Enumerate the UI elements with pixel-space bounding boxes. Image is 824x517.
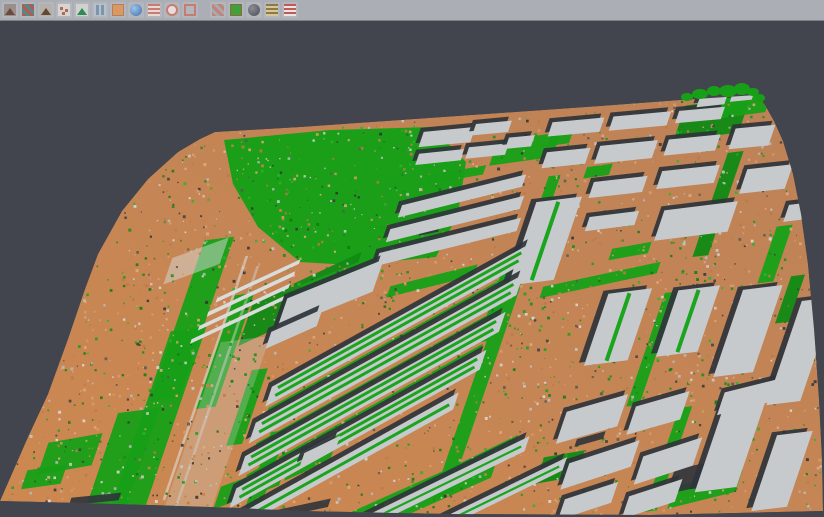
main-toolbar <box>0 0 824 21</box>
grid-icon-glyph <box>212 4 224 16</box>
profile-icon-glyph <box>94 4 106 16</box>
flag-icon-glyph <box>284 4 296 16</box>
viewport-container <box>0 21 824 517</box>
measure-icon[interactable] <box>264 2 280 18</box>
target-icon[interactable] <box>164 2 180 18</box>
orthophoto-icon-glyph <box>112 4 124 16</box>
point-cloud-icon[interactable] <box>56 2 72 18</box>
select-region-icon[interactable] <box>182 2 198 18</box>
dataset-icon-glyph <box>4 4 16 16</box>
terrain-icon[interactable] <box>74 2 90 18</box>
flag-icon[interactable] <box>282 2 298 18</box>
measure-icon-glyph <box>266 4 278 16</box>
application-window <box>0 0 824 517</box>
profile-icon[interactable] <box>92 2 108 18</box>
classified-cloud-icon[interactable] <box>228 2 244 18</box>
tools-icon[interactable] <box>246 2 262 18</box>
classify-icon[interactable] <box>20 2 36 18</box>
tin-surface-icon-glyph <box>40 4 52 16</box>
select-region-icon-glyph <box>184 4 196 16</box>
terrain-icon-glyph <box>76 4 88 16</box>
tin-surface-icon[interactable] <box>38 2 54 18</box>
dataset-icon[interactable] <box>2 2 18 18</box>
target-icon-glyph <box>166 4 178 16</box>
globe-icon[interactable] <box>128 2 144 18</box>
toolbar-separator <box>200 2 208 18</box>
classified-cloud-icon-glyph <box>230 4 242 16</box>
contours-icon-glyph <box>148 4 160 16</box>
grid-icon[interactable] <box>210 2 226 18</box>
terrain-model <box>0 88 824 516</box>
point-cloud-icon-glyph <box>58 4 70 16</box>
viewport-3d[interactable] <box>0 21 824 516</box>
classify-icon-glyph <box>22 4 34 16</box>
orthophoto-icon[interactable] <box>110 2 126 18</box>
globe-icon-glyph <box>130 4 142 16</box>
tools-icon-glyph <box>248 4 260 16</box>
contours-icon[interactable] <box>146 2 162 18</box>
